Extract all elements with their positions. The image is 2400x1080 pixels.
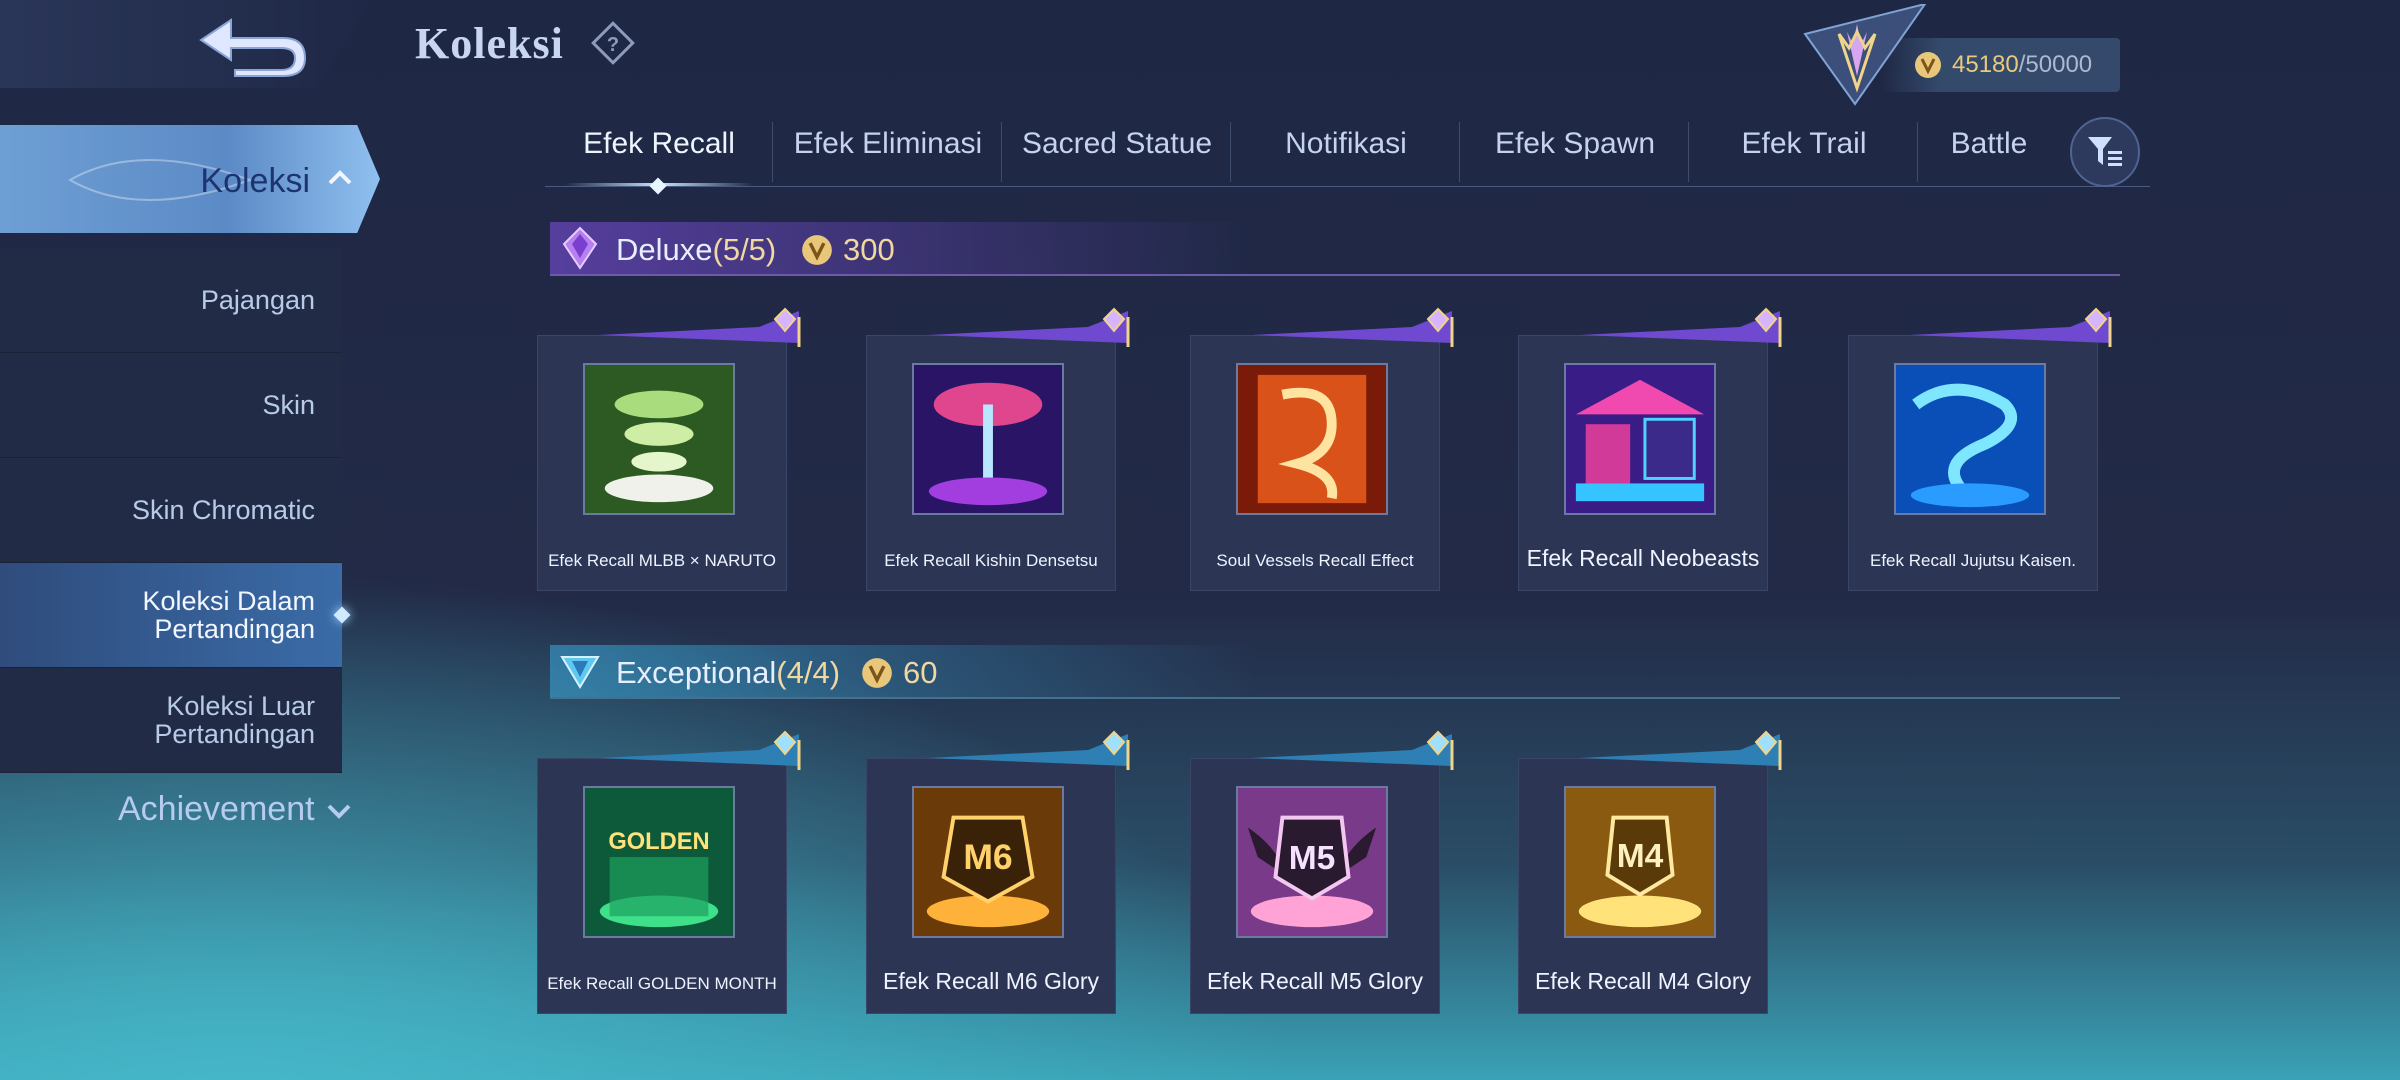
tab-bar: Efek Recall Efek Eliminasi Sacred Statue…: [545, 118, 2150, 195]
section-header-exceptional: Exceptional(4/4) 60: [550, 645, 2120, 705]
coin-icon: [802, 235, 832, 265]
section-name: Deluxe: [616, 232, 713, 267]
section-count: (4/4): [776, 655, 841, 690]
deluxe-ribbon-icon: [599, 307, 801, 347]
sidebar-item-skin[interactable]: Skin: [0, 353, 342, 458]
currency-value: 45180: [1952, 51, 2019, 78]
section-header-deluxe: Deluxe(5/5) 300: [550, 222, 2120, 282]
neon-shop-art: [1564, 363, 1716, 515]
tab-efek-trail[interactable]: Efek Trail: [1690, 118, 1918, 182]
collection-card[interactable]: Soul Vessels Recall Effect: [1190, 307, 1454, 591]
sakura-light-art: [912, 363, 1064, 515]
section-count: (5/5): [712, 232, 777, 267]
sidebar-main-koleksi[interactable]: Koleksi: [0, 125, 380, 233]
exceptional-ribbon-icon: [1252, 730, 1454, 770]
tab-efek-recall[interactable]: Efek Recall: [545, 118, 773, 195]
item-name: Efek Recall Kishin Densetsu: [884, 551, 1098, 570]
section-name: Exceptional: [616, 655, 777, 690]
collection-card[interactable]: Efek Recall Jujutsu Kaisen.: [1848, 307, 2112, 591]
tab-efek-eliminasi[interactable]: Efek Eliminasi: [774, 118, 1002, 182]
golden-month-art: GOLDEN: [583, 786, 735, 938]
item-name: Soul Vessels Recall Effect: [1216, 551, 1414, 570]
tab-sacred-statue[interactable]: Sacred Statue: [1003, 118, 1231, 182]
rank-emblem-icon: [1803, 4, 1927, 106]
item-name: Efek Recall M4 Glory: [1534, 968, 1751, 994]
top-bar: Koleksi ? 45180/50000: [0, 0, 2400, 106]
sidebar-item-pajangan[interactable]: Pajangan: [0, 248, 342, 353]
sidebar-item-achievement[interactable]: Achievement: [118, 790, 351, 829]
collection-card[interactable]: GOLDEN Efek Recall GOLDEN MONTH: [537, 730, 801, 1014]
tab-battle[interactable]: Battle: [1919, 118, 2059, 178]
exceptional-ribbon-icon: [599, 730, 801, 770]
svg-text:M5: M5: [1289, 840, 1336, 877]
collection-card[interactable]: Efek Recall Neobeasts: [1518, 307, 1782, 591]
chevron-down-icon: [327, 804, 350, 819]
m5-glory-art: M5: [1236, 786, 1388, 938]
tab-efek-spawn[interactable]: Efek Spawn: [1461, 118, 1689, 182]
svg-text:GOLDEN: GOLDEN: [608, 829, 709, 855]
collection-card[interactable]: Efek Recall MLBB × NARUTO: [537, 307, 801, 591]
blue-curse-art: [1894, 363, 2046, 515]
sidebar-item-koleksi-dalam-pertandingan[interactable]: Koleksi Dalam Pertandingan: [0, 563, 351, 668]
filter-button[interactable]: [2070, 117, 2140, 187]
item-name: Efek Recall Jujutsu Kaisen.: [1870, 551, 2076, 570]
section-price: 60: [903, 655, 938, 690]
m6-glory-art: M6: [912, 786, 1064, 938]
item-name: Efek Recall M6 Glory: [882, 968, 1099, 994]
tab-notifikasi[interactable]: Notifikasi: [1232, 118, 1460, 182]
deluxe-ribbon-icon: [928, 307, 1130, 347]
collection-card[interactable]: M6 Efek Recall M6 Glory: [866, 730, 1130, 1014]
exceptional-ribbon-icon: [1580, 730, 1782, 770]
section-price: 300: [843, 232, 895, 267]
exceptional-ribbon-icon: [928, 730, 1130, 770]
page-title: Koleksi: [415, 19, 564, 68]
item-name: Efek Recall Neobeasts: [1526, 545, 1760, 571]
back-button[interactable]: [0, 0, 370, 88]
currency-max: /50000: [2018, 51, 2093, 78]
svg-text:M4: M4: [1617, 838, 1664, 875]
coin-icon: [862, 658, 892, 688]
chevron-up-icon: [328, 170, 352, 185]
sidebar-item-skin-chromatic[interactable]: Skin Chromatic: [0, 458, 342, 563]
help-icon[interactable]: ?: [590, 20, 636, 66]
sidebar-main-label: Koleksi: [200, 162, 310, 200]
deluxe-gem-icon: [562, 226, 598, 270]
collection-card[interactable]: Efek Recall Kishin Densetsu: [866, 307, 1130, 591]
green-tornado-art: [583, 363, 735, 515]
deluxe-ribbon-icon: [1252, 307, 1454, 347]
filter-icon: [2088, 137, 2122, 166]
sidebar-item-koleksi-luar-pertandingan[interactable]: Koleksi Luar Pertandingan: [0, 668, 342, 773]
item-name: Efek Recall M5 Glory: [1206, 968, 1423, 994]
item-name: Efek Recall GOLDEN MONTH: [547, 974, 777, 993]
m4-glory-art: M4: [1564, 786, 1716, 938]
svg-text:?: ?: [607, 34, 619, 56]
exceptional-gem-icon: [560, 656, 600, 689]
item-name: Efek Recall MLBB × NARUTO: [548, 551, 776, 570]
collection-card[interactable]: M4 Efek Recall M4 Glory: [1518, 730, 1782, 1014]
deluxe-ribbon-icon: [1910, 307, 2112, 347]
fire-dragon-art: [1236, 363, 1388, 515]
deluxe-ribbon-icon: [1580, 307, 1782, 347]
collection-card[interactable]: M5 Efek Recall M5 Glory: [1190, 730, 1454, 1014]
back-arrow-icon: [199, 18, 307, 77]
active-indicator: [333, 606, 351, 624]
svg-text:M6: M6: [963, 837, 1012, 877]
